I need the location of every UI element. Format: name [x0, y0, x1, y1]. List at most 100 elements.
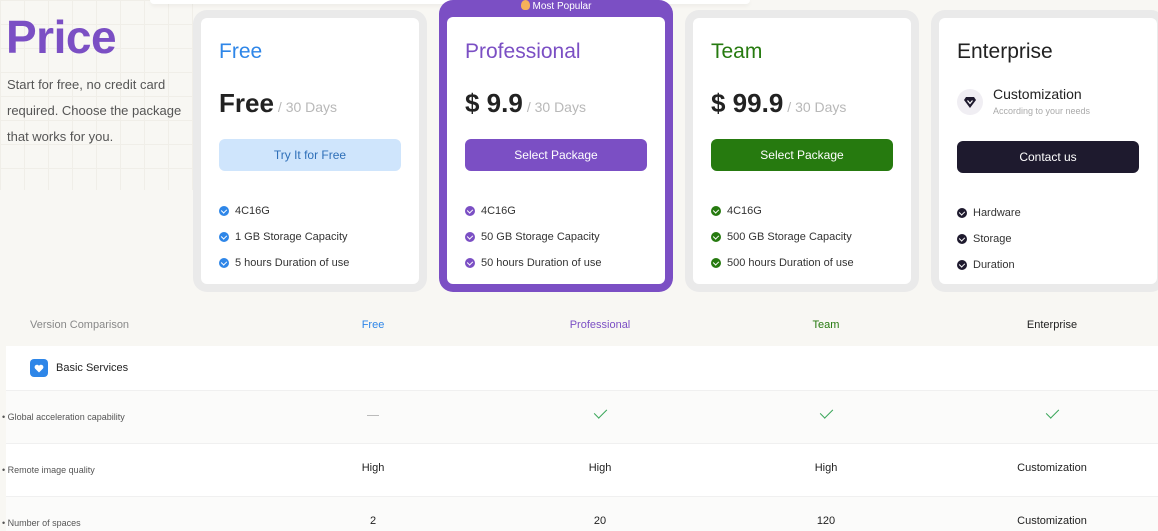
plan-price: $ 9.9	[465, 88, 523, 118]
plan-card-professional: Most Popular Professional $ 9.9 / 30 Day…	[439, 0, 673, 292]
check-icon	[593, 405, 607, 419]
check-circle-icon	[219, 206, 229, 216]
check-circle-icon	[957, 208, 967, 218]
column-team: Team	[812, 319, 840, 331]
customization-title: Customization	[993, 86, 1082, 102]
feature-item: Storage	[957, 226, 1139, 252]
row-label: • Remote image quality	[2, 465, 95, 475]
feature-item: 5 hours Duration of use	[219, 250, 401, 276]
row-label: • Number of spaces	[2, 518, 81, 528]
select-package-button[interactable]: Select Package	[711, 139, 893, 171]
check-circle-icon	[219, 232, 229, 242]
check-circle-icon	[711, 258, 721, 268]
cell-enterprise: Customization	[1017, 515, 1087, 527]
plan-price: Free	[219, 88, 274, 118]
feature-label: Duration	[973, 259, 1015, 271]
comparison-label: Version Comparison	[30, 319, 130, 331]
plan-period: / 30 Days	[277, 99, 338, 115]
feature-item: Hardware	[957, 200, 1139, 226]
feature-label: Storage	[973, 233, 1012, 245]
check-circle-icon	[465, 232, 475, 242]
section-header: Basic Services	[6, 346, 1158, 390]
table-row: • Number of spaces 2 20 120 Customizatio…	[2, 496, 1158, 531]
customization-subtitle: According to your needs	[993, 106, 1091, 116]
table-row: • Global acceleration capability	[2, 390, 1158, 443]
table-row: • Remote image quality High High High Cu…	[2, 443, 1158, 496]
feature-label: 50 hours Duration of use	[481, 257, 602, 269]
check-circle-icon	[465, 258, 475, 268]
feature-item: 4C16G	[711, 198, 893, 224]
price-row: $ 99.9 / 30 Days	[711, 88, 893, 118]
plan-card-enterprise: Enterprise Customization According to yo…	[931, 10, 1158, 292]
feature-list: Hardware Storage Duration	[957, 200, 1139, 278]
plan-card-team: Team $ 99.9 / 30 Days Select Package 4C1…	[685, 10, 919, 292]
section-label: Basic Services	[56, 362, 129, 374]
cell-professional: 20	[593, 515, 607, 527]
check-circle-icon	[957, 234, 967, 244]
feature-label: 4C16G	[727, 205, 762, 217]
plan-name: Team	[711, 40, 763, 63]
page-title: Price	[6, 11, 117, 63]
price-row: Free / 30 Days	[219, 88, 401, 118]
feature-label: 500 hours Duration of use	[727, 257, 854, 269]
feature-list: 4C16G 500 GB Storage Capacity 500 hours …	[711, 198, 893, 276]
diamond-icon	[957, 89, 983, 115]
dash-icon	[367, 414, 379, 416]
feature-item: 50 hours Duration of use	[465, 250, 647, 276]
cell-free: High	[361, 462, 385, 474]
row-label: • Global acceleration capability	[2, 412, 125, 422]
plan-period: / 30 Days	[787, 99, 847, 115]
feature-label: Hardware	[973, 207, 1021, 219]
cell-free: 2	[369, 515, 377, 527]
feature-item: 500 hours Duration of use	[711, 250, 893, 276]
flame-icon	[520, 0, 530, 10]
plan-card-free: Free Free / 30 Days Try It for Free 4C16…	[193, 10, 427, 292]
cell-professional: High	[588, 462, 612, 474]
feature-label: 50 GB Storage Capacity	[481, 231, 600, 243]
cell-enterprise	[992, 405, 1112, 421]
plan-name: Professional	[465, 40, 581, 63]
plan-period: / 30 Days	[526, 99, 586, 115]
page-description: Start for free, no credit card required.…	[7, 77, 182, 144]
column-enterprise: Enterprise	[1026, 319, 1078, 331]
feature-label: 4C16G	[481, 205, 516, 217]
most-popular-badge: Most Popular	[439, 0, 673, 17]
badge-label: Most Popular	[532, 1, 592, 12]
contact-us-button[interactable]: Contact us	[957, 141, 1139, 173]
check-icon	[819, 405, 833, 419]
feature-list: 4C16G 50 GB Storage Capacity 50 hours Du…	[465, 198, 647, 276]
feature-label: 5 hours Duration of use	[235, 257, 350, 269]
feature-item: 4C16G	[219, 198, 401, 224]
plan-name: Enterprise	[957, 40, 1053, 63]
select-package-button[interactable]: Select Package	[465, 139, 647, 171]
plan-name: Free	[219, 40, 263, 63]
heart-icon	[30, 359, 48, 377]
feature-list: 4C16G 1 GB Storage Capacity 5 hours Dura…	[219, 198, 401, 276]
try-free-button[interactable]: Try It for Free	[219, 139, 401, 171]
cell-team: 120	[816, 515, 836, 527]
feature-item: Duration	[957, 252, 1139, 278]
cell-enterprise: Customization	[1017, 462, 1087, 474]
cell-professional	[540, 405, 660, 421]
feature-item: 500 GB Storage Capacity	[711, 224, 893, 250]
feature-item: 50 GB Storage Capacity	[465, 224, 647, 250]
check-circle-icon	[465, 206, 475, 216]
feature-item: 1 GB Storage Capacity	[219, 224, 401, 250]
cell-team: High	[814, 462, 838, 474]
check-circle-icon	[711, 206, 721, 216]
comparison-header: Version Comparison Free Professional Tea…	[0, 310, 1158, 344]
check-circle-icon	[219, 258, 229, 268]
customization-row: Customization According to your needs	[957, 86, 1139, 117]
feature-label: 500 GB Storage Capacity	[727, 231, 852, 243]
feature-label: 4C16G	[235, 205, 270, 217]
plan-price: $ 99.9	[711, 88, 784, 118]
feature-label: 1 GB Storage Capacity	[235, 231, 348, 243]
check-circle-icon	[957, 260, 967, 270]
check-icon	[1045, 405, 1059, 419]
check-circle-icon	[711, 232, 721, 242]
cell-free	[313, 409, 433, 421]
price-row: $ 9.9 / 30 Days	[465, 88, 647, 118]
column-free: Free	[361, 319, 385, 331]
column-professional: Professional	[569, 319, 631, 331]
comparison-table: Basic Services • Global acceleration cap…	[2, 346, 1158, 531]
